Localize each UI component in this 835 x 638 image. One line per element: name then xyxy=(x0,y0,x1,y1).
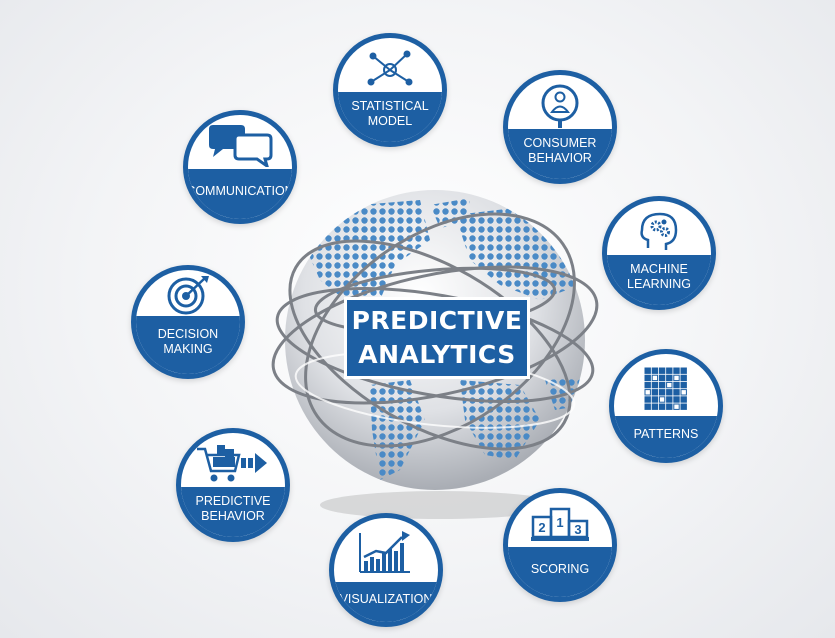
pattern-cell xyxy=(651,381,659,389)
podium-icon: 2 1 3 xyxy=(508,499,612,547)
pattern-cell xyxy=(644,403,651,410)
node-visualization-label: VISUALIZATION xyxy=(334,582,438,622)
pattern-cell xyxy=(644,374,651,382)
pattern-cell xyxy=(658,367,666,374)
node-communication-label: COMMUNICATION xyxy=(188,169,292,219)
cart-arrow-icon xyxy=(181,439,285,487)
pattern-cell xyxy=(673,389,680,396)
node-scoring-label: SCORING xyxy=(508,547,612,597)
pattern-cell xyxy=(680,374,687,382)
center-title-line1: PREDICTIVE xyxy=(351,306,523,335)
pattern-cell xyxy=(680,396,687,403)
pattern-cell xyxy=(651,374,659,382)
chat-bubbles-icon xyxy=(188,121,292,169)
pattern-cell xyxy=(658,381,666,389)
pattern-cell xyxy=(673,367,680,374)
node-patterns[interactable]: PATTERNS xyxy=(609,349,723,463)
node-consumer-behavior[interactable]: CONSUMER BEHAVIOR xyxy=(503,70,617,184)
pattern-cell xyxy=(666,389,673,396)
pattern-cell xyxy=(666,403,673,410)
node-predictive-behavior[interactable]: PREDICTIVE BEHAVIOR xyxy=(176,428,290,542)
pattern-grid xyxy=(644,367,687,410)
pattern-cell xyxy=(644,396,651,403)
user-search-icon xyxy=(508,81,612,129)
node-decision-making[interactable]: DECISION MAKING xyxy=(131,265,245,379)
pattern-cell xyxy=(658,403,666,410)
pattern-cell xyxy=(680,381,687,389)
pattern-cell xyxy=(673,374,680,382)
node-decision-making-label: DECISION MAKING xyxy=(136,315,240,374)
node-machine-learning[interactable]: MACHINE LEARNING xyxy=(602,196,716,310)
node-predictive-behavior-label: PREDICTIVE BEHAVIOR xyxy=(181,487,285,537)
node-consumer-behavior-label: CONSUMER BEHAVIOR xyxy=(508,129,612,179)
podium-first: 1 xyxy=(556,515,563,530)
predictive-analytics-diagram: PREDICTIVE ANALYTICS STATISTICAL MODEL C… xyxy=(0,0,835,638)
pattern-cell xyxy=(666,374,673,382)
pattern-cell xyxy=(658,389,666,396)
pattern-cell xyxy=(651,367,659,374)
node-statistical-model[interactable]: STATISTICAL MODEL xyxy=(333,33,447,147)
grid-pattern-icon xyxy=(614,360,718,416)
pattern-cell xyxy=(666,381,673,389)
podium-second: 2 xyxy=(538,520,545,535)
pattern-cell xyxy=(680,389,687,396)
brain-gears-icon xyxy=(607,207,711,255)
pattern-cell xyxy=(644,389,651,396)
pattern-cell xyxy=(680,403,687,410)
pattern-cell xyxy=(651,396,659,403)
pattern-cell xyxy=(658,396,666,403)
node-patterns-label: PATTERNS xyxy=(614,416,718,458)
node-visualization[interactable]: VISUALIZATION xyxy=(329,513,443,627)
pattern-cell xyxy=(644,367,651,374)
center-title-line2: ANALYTICS xyxy=(358,340,516,369)
pattern-cell xyxy=(651,389,659,396)
center-title: PREDICTIVE ANALYTICS xyxy=(344,297,530,379)
target-icon xyxy=(136,274,240,316)
podium-third: 3 xyxy=(574,522,581,537)
pattern-cell xyxy=(673,396,680,403)
pattern-cell xyxy=(673,381,680,389)
pattern-cell xyxy=(666,367,673,374)
node-scoring[interactable]: 2 1 3 SCORING xyxy=(503,488,617,602)
bar-chart-icon xyxy=(334,524,438,580)
pattern-cell xyxy=(644,381,651,389)
pattern-cell xyxy=(673,403,680,410)
pattern-cell xyxy=(666,396,673,403)
network-icon xyxy=(338,44,442,92)
node-machine-learning-label: MACHINE LEARNING xyxy=(607,255,711,305)
node-statistical-model-label: STATISTICAL MODEL xyxy=(338,92,442,142)
pattern-cell xyxy=(658,374,666,382)
pattern-cell xyxy=(680,367,687,374)
node-communication[interactable]: COMMUNICATION xyxy=(183,110,297,224)
pattern-cell xyxy=(651,403,659,410)
